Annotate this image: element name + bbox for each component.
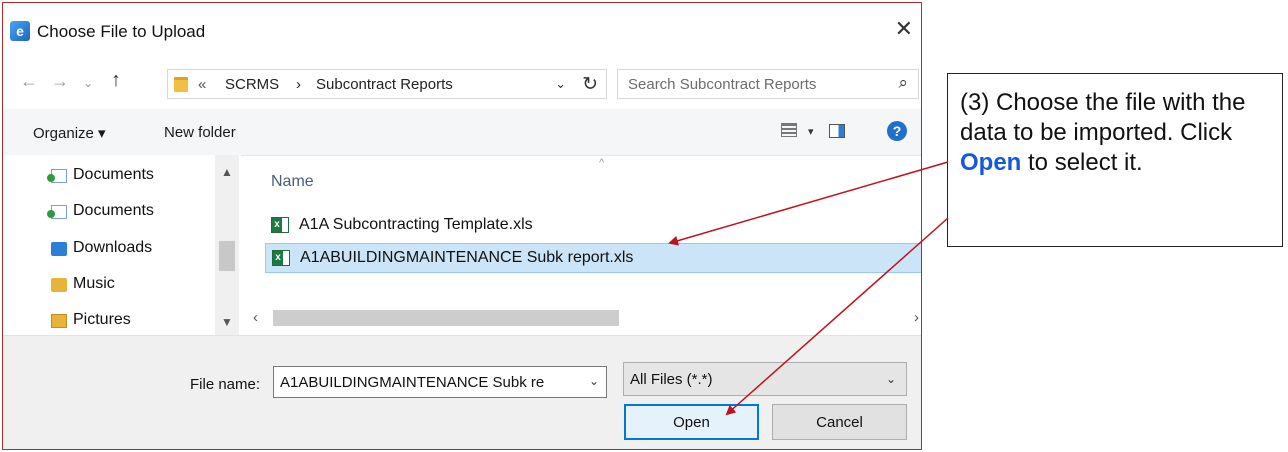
address-row: ← → ⌄ ↑ « SCRMS › Subcontract Reports ⌄ … (3, 63, 921, 105)
pictures-icon (51, 314, 67, 328)
callout-text-after: to select it. (1021, 149, 1143, 176)
callout-text: (3) Choose the file with the data to be … (960, 88, 1280, 178)
recent-locations-chevron-icon[interactable]: ⌄ (83, 76, 93, 90)
excel-file-icon (272, 250, 290, 266)
address-bar[interactable]: « SCRMS › Subcontract Reports ⌄ ↻ (167, 69, 607, 99)
excel-file-icon (271, 217, 289, 233)
breadcrumb-subcontract-reports[interactable]: Subcontract Reports (316, 76, 453, 93)
chevron-down-icon[interactable]: ⌄ (589, 374, 599, 388)
forward-arrow-icon[interactable]: → (51, 71, 69, 92)
up-arrow-icon[interactable]: ↑ (111, 69, 121, 92)
scroll-left-icon[interactable]: ‹ (253, 309, 258, 326)
breadcrumb-overflow[interactable]: « (198, 76, 206, 93)
breadcrumb-separator[interactable]: › (296, 76, 301, 93)
file-name-input[interactable]: A1ABUILDINGMAINTENANCE Subk re ⌄ (273, 366, 607, 398)
callout-text-before: (3) Choose the file with the data to be … (960, 89, 1246, 146)
help-icon[interactable]: ? (887, 121, 907, 141)
nav-item-label: Downloads (73, 239, 153, 256)
new-folder-button[interactable]: New folder (164, 124, 236, 141)
view-options-icon[interactable] (781, 123, 797, 137)
bottom-bar: File name: A1ABUILDINGMAINTENANCE Subk r… (3, 335, 921, 449)
chevron-down-icon[interactable]: ⌄ (886, 372, 896, 386)
command-toolbar: Organize ▾ New folder ▾ ? (3, 109, 921, 156)
documents-icon (47, 205, 67, 219)
back-arrow-icon[interactable]: ← (20, 71, 38, 92)
file-list-pane: ^ Name A1A Subcontracting Template.xls A… (247, 155, 921, 335)
nav-item-label: Pictures (73, 311, 131, 328)
file-type-value: All Files (*.*) (630, 371, 713, 388)
nav-pane-scrollbar[interactable]: ▲ ▼ (215, 155, 239, 335)
title-bar: e Choose File to Upload ✕ (3, 3, 921, 61)
chevron-down-icon[interactable]: ⌄ (555, 76, 566, 92)
horizontal-scrollbar[interactable]: ‹ › (247, 307, 921, 329)
file-upload-dialog: e Choose File to Upload ✕ ← → ⌄ ↑ « SCRM… (2, 2, 922, 450)
music-icon (51, 278, 67, 292)
sort-caret-icon: ^ (599, 157, 605, 169)
search-icon[interactable]: ⌕ (898, 73, 908, 93)
instruction-callout: (3) Choose the file with the data to be … (947, 73, 1283, 247)
open-button[interactable]: Open (624, 404, 759, 440)
search-input[interactable]: Search Subcontract Reports ⌕ (617, 69, 919, 99)
file-name-label: File name: (190, 376, 261, 393)
scroll-right-icon[interactable]: › (914, 309, 919, 326)
nav-item-label: Documents (73, 202, 154, 219)
search-placeholder: Search Subcontract Reports (628, 76, 817, 93)
file-type-select[interactable]: All Files (*.*) ⌄ (623, 362, 907, 396)
file-name: A1ABUILDINGMAINTENANCE Subk report.xls (300, 249, 634, 266)
nav-item-label: Music (73, 275, 115, 292)
file-row-selected[interactable]: A1ABUILDINGMAINTENANCE Subk report.xls (265, 243, 921, 273)
callout-open-highlight: Open (960, 149, 1022, 176)
file-row[interactable]: A1A Subcontracting Template.xls (265, 211, 921, 241)
scroll-up-icon[interactable]: ▲ (221, 165, 233, 179)
close-icon[interactable]: ✕ (895, 17, 913, 41)
organize-menu-button[interactable]: Organize ▾ (33, 124, 106, 142)
file-name: A1A Subcontracting Template.xls (299, 216, 533, 233)
scroll-down-icon[interactable]: ▼ (221, 315, 233, 329)
documents-icon (47, 169, 67, 183)
preview-pane-icon[interactable] (829, 124, 845, 138)
folder-icon (174, 77, 188, 92)
dialog-title: Choose File to Upload (37, 22, 206, 41)
internet-explorer-icon: e (10, 21, 30, 41)
breadcrumb-scrms[interactable]: SCRMS (225, 76, 279, 93)
cancel-button[interactable]: Cancel (772, 404, 907, 440)
refresh-icon[interactable]: ↻ (582, 73, 598, 96)
scrollbar-thumb[interactable] (219, 241, 235, 271)
nav-item-label: Documents (73, 166, 154, 183)
file-name-value: A1ABUILDINGMAINTENANCE Subk re (280, 374, 545, 391)
downloads-icon (51, 242, 67, 256)
view-options-chevron-icon[interactable]: ▾ (808, 125, 814, 138)
column-header-name[interactable]: Name (271, 173, 314, 191)
navigation-pane: Documents Documents Downloads Music Pict… (3, 155, 241, 335)
scrollbar-thumb[interactable] (273, 310, 619, 326)
